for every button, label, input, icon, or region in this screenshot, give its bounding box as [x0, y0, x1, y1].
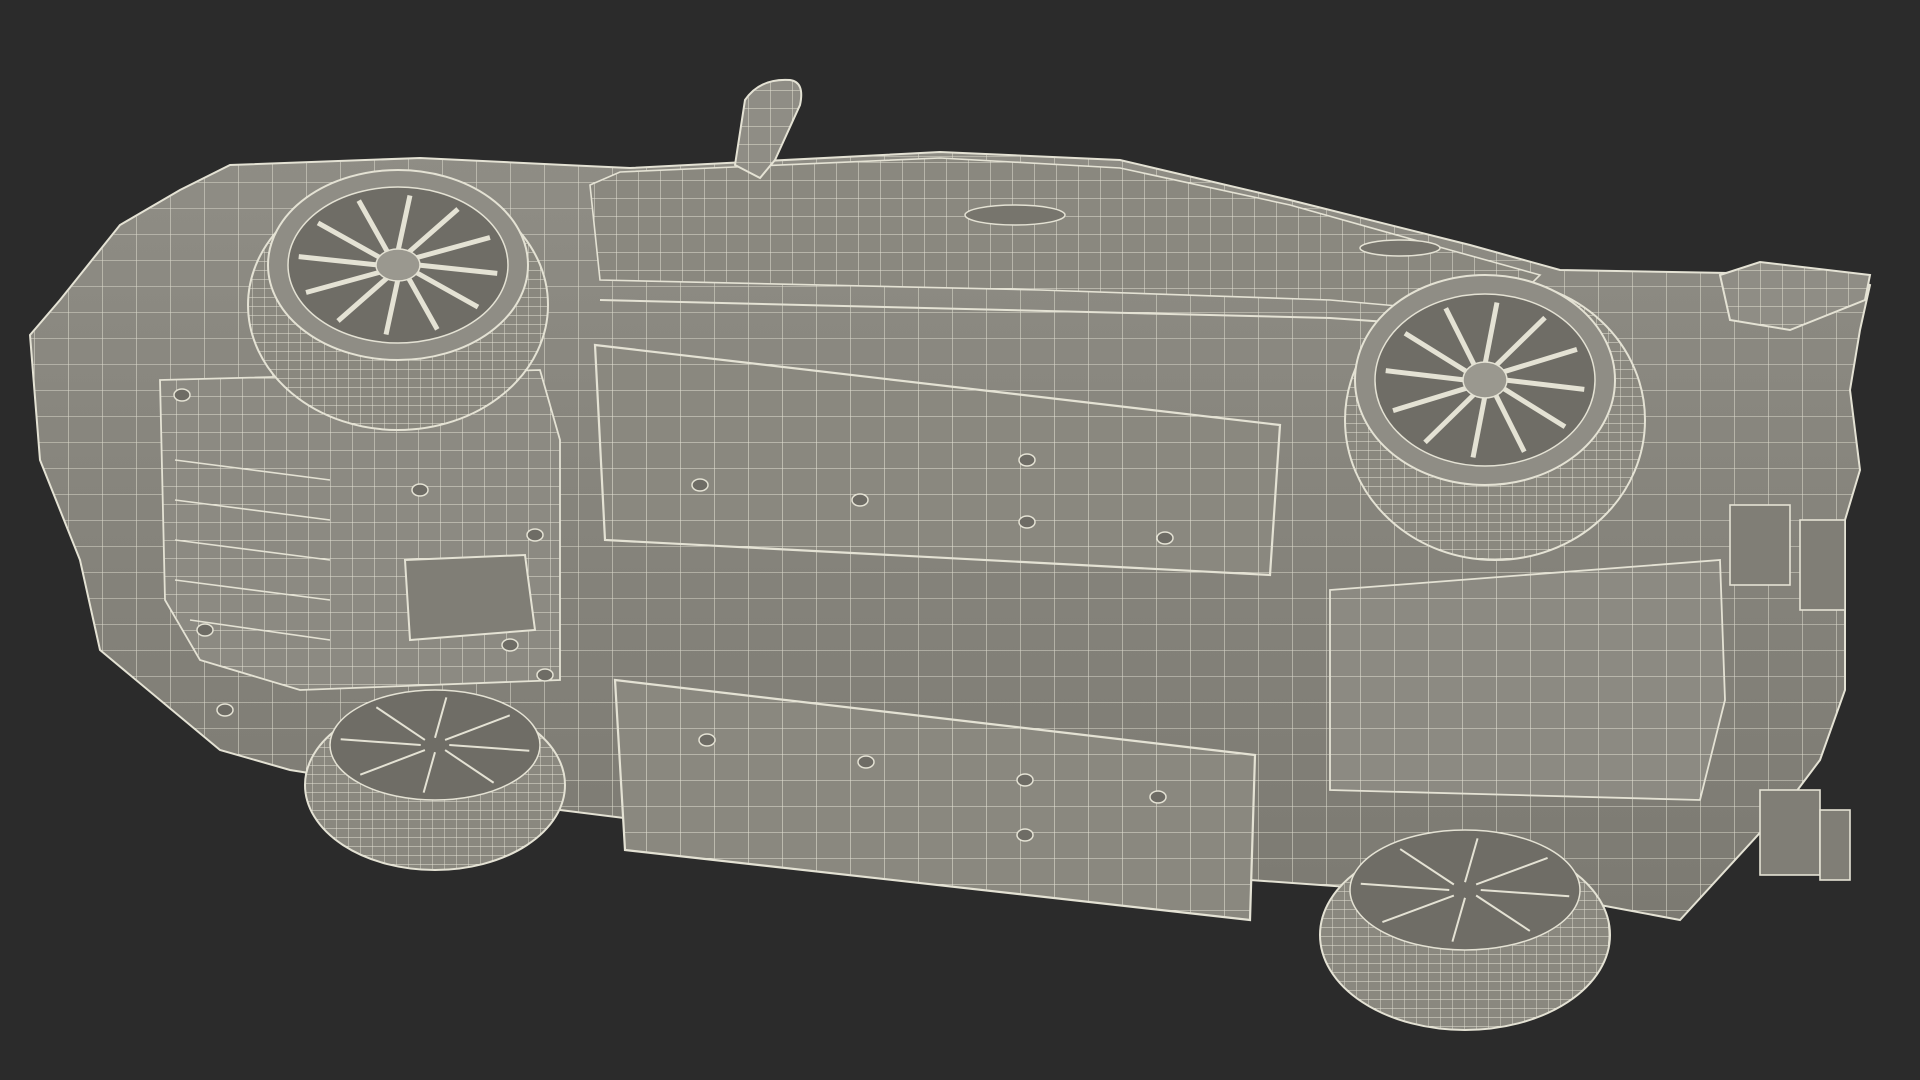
panel-screw [196, 623, 214, 637]
panel-screw [857, 755, 875, 769]
panel-screw [501, 638, 519, 652]
panel-screw [1016, 828, 1034, 842]
panel-screw [698, 733, 716, 747]
panel-screw [1156, 531, 1174, 545]
render-viewport [0, 0, 1920, 1080]
front-wheel-bottom [304, 689, 566, 871]
panel-screw [1018, 515, 1036, 529]
panel-screw [691, 478, 709, 492]
panel-screw [173, 388, 191, 402]
front-wheel-top [247, 169, 549, 431]
panel-screw [536, 668, 554, 682]
panel-screw [411, 483, 429, 497]
wireframe-car-render [28, 78, 1872, 1031]
panel-screw [216, 703, 234, 717]
panel-screw [1016, 773, 1034, 787]
panel-screw [1149, 790, 1167, 804]
panel-screw [851, 493, 869, 507]
panel-screw [1018, 453, 1036, 467]
panel-screw [526, 528, 544, 542]
